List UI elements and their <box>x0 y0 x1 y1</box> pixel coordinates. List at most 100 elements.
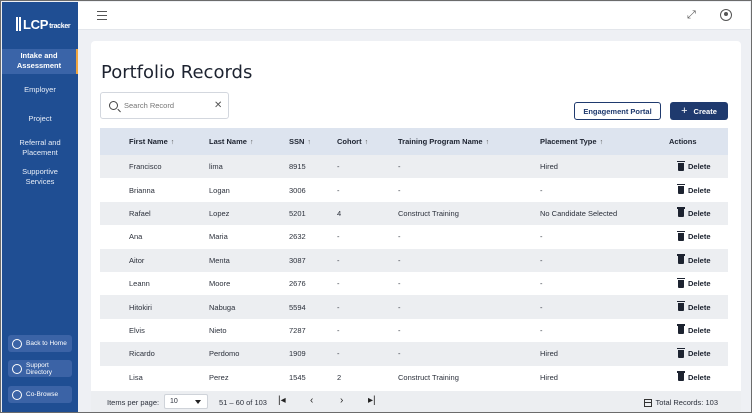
sidebar-item-label: Referral and <box>19 138 61 147</box>
search-input[interactable] <box>124 101 214 110</box>
cell-first-name: Elvis <box>129 325 145 335</box>
column-label: Cohort <box>337 137 362 146</box>
cell-last-name: Menta <box>209 255 230 265</box>
trash-icon <box>677 277 685 288</box>
delete-button[interactable]: Delete <box>677 254 711 265</box>
engagement-portal-button[interactable]: Engagement Portal <box>574 102 661 120</box>
create-button[interactable]: + Create <box>670 102 728 120</box>
trash-icon <box>677 371 685 382</box>
cell-first-name: Leann <box>129 279 150 289</box>
cell-training-program: Construct Training <box>398 208 459 218</box>
trash-icon <box>677 347 685 358</box>
column-ssn[interactable]: SSN ↑ <box>289 137 311 146</box>
sort-arrow-icon: ↑ <box>364 139 369 146</box>
menu-icon[interactable] <box>97 11 107 20</box>
items-per-page-value: 10 <box>170 398 178 405</box>
delete-button[interactable]: Delete <box>677 207 711 218</box>
back-to-home-button[interactable]: Back to Home <box>8 335 72 352</box>
table-icon <box>644 398 653 407</box>
cell-last-name: Logan <box>209 185 230 195</box>
co-browse-icon <box>12 389 22 400</box>
column-training-program[interactable]: Training Program Name ↑ <box>398 137 489 146</box>
delete-button[interactable]: Delete <box>677 230 711 242</box>
delete-button[interactable]: Delete <box>677 347 711 358</box>
table-row[interactable]: Ricardo Perdomo 1909 - - Hired Delete <box>100 342 728 366</box>
fullscreen-icon[interactable]: ⤢ <box>687 10 698 21</box>
button-label: Support Directory <box>26 362 52 376</box>
column-cohort[interactable]: Cohort ↑ <box>337 137 368 146</box>
cell-cohort: 2 <box>337 372 342 382</box>
sidebar: LCP tracker Intake and Assessment Employ… <box>2 2 78 412</box>
delete-button[interactable]: Delete <box>677 324 711 335</box>
column-label: Training Program Name <box>398 137 483 146</box>
delete-label: Delete <box>688 279 711 289</box>
sidebar-item-intake[interactable]: Intake and Assessment <box>2 49 78 74</box>
delete-label: Delete <box>688 208 711 218</box>
trash-icon <box>677 301 685 312</box>
next-page-icon[interactable]: › <box>340 396 343 406</box>
top-bar: ⤢ <box>78 2 750 30</box>
first-page-icon[interactable]: |◂ <box>278 396 286 406</box>
table-row[interactable]: Lisa Perez 1545 2 Construct Training Hired Del… <box>100 366 728 389</box>
table-row[interactable]: Leann Moore 2676 - - - Delete <box>100 272 728 295</box>
items-per-page-select[interactable]: 10 <box>164 394 208 409</box>
delete-button[interactable]: Delete <box>677 301 711 312</box>
app-logo[interactable]: LCP tracker <box>16 15 71 33</box>
table-row[interactable]: Ana Maria 2632 - - - Delete <box>100 225 728 248</box>
cell-placement-type: - <box>540 255 543 265</box>
clear-icon[interactable]: ✕ <box>214 100 222 111</box>
sort-arrow-icon: ↑ <box>307 139 311 146</box>
last-page-icon[interactable]: ▸| <box>368 396 376 406</box>
cell-cohort: - <box>337 279 340 289</box>
delete-button[interactable]: Delete <box>677 371 711 382</box>
cell-ssn: 7287 <box>289 325 306 335</box>
co-browse-button[interactable]: Co-Browse <box>8 386 72 403</box>
delete-button[interactable]: Delete <box>677 184 711 195</box>
sidebar-item-label: Intake and <box>20 51 58 60</box>
sidebar-item-referral[interactable]: Referral and Placement <box>2 138 78 158</box>
trash-icon <box>677 254 685 265</box>
cell-ssn: 5594 <box>289 302 306 312</box>
cell-training-program: - <box>398 279 401 289</box>
cell-ssn: 5201 <box>289 208 306 218</box>
delete-label: Delete <box>688 232 711 242</box>
sidebar-item-label: Placement <box>22 148 58 157</box>
sidebar-item-supportive[interactable]: Supportive Services <box>2 167 78 187</box>
table-row[interactable]: Hitokiri Nabuga 5594 - - - Delete <box>100 295 728 319</box>
table-row[interactable]: Brianna Logan 3006 - - - Delete <box>100 178 728 201</box>
column-placement-type[interactable]: Placement Type ↑ <box>540 137 603 146</box>
app-window: LCP tracker Intake and Assessment Employ… <box>0 0 752 413</box>
cell-cohort: - <box>337 325 340 335</box>
table-row[interactable]: Rafael Lopez 5201 4 Construct Training No Can… <box>100 201 728 226</box>
delete-button[interactable]: Delete <box>677 160 711 171</box>
cell-training-program: - <box>398 255 401 265</box>
column-last-name[interactable]: Last Name ↑ <box>209 137 253 146</box>
support-directory-button[interactable]: Support Directory <box>8 360 72 377</box>
column-label: SSN <box>289 137 305 146</box>
sidebar-item-project[interactable]: Project <box>2 114 78 124</box>
previous-page-icon[interactable]: ‹ <box>310 396 313 406</box>
dropdown-caret-icon <box>195 400 201 404</box>
search-box: ✕ <box>100 92 229 119</box>
cell-cohort: - <box>337 162 340 172</box>
cell-ssn: 1909 <box>289 349 306 359</box>
delete-label: Delete <box>688 372 711 382</box>
sidebar-item-label: Project <box>28 114 52 123</box>
user-account-icon[interactable] <box>720 9 732 21</box>
search-icon <box>109 101 118 110</box>
table-row[interactable]: Aitor Menta 3087 - - - Delete <box>100 248 728 272</box>
cell-cohort: - <box>337 302 340 312</box>
sidebar-item-employer[interactable]: Employer <box>2 85 78 95</box>
records-table: First Name ↑ Last Name ↑ SSN ↑ Cohort ↑ Trai… <box>100 128 728 389</box>
trash-icon <box>677 184 685 195</box>
delete-button[interactable]: Delete <box>677 277 711 289</box>
trash-icon <box>677 160 685 171</box>
cell-cohort: - <box>337 255 340 265</box>
column-first-name[interactable]: First Name ↑ <box>129 137 174 146</box>
column-label: First Name <box>129 137 168 146</box>
delete-label: Delete <box>688 325 711 335</box>
button-label: Back to Home <box>26 340 67 347</box>
table-row[interactable]: Francisco lima 8915 - - Hired Delete <box>100 155 728 179</box>
table-row[interactable]: Elvis Nieto 7287 - - - Delete <box>100 319 728 342</box>
cell-first-name: Rafael <box>129 208 151 218</box>
